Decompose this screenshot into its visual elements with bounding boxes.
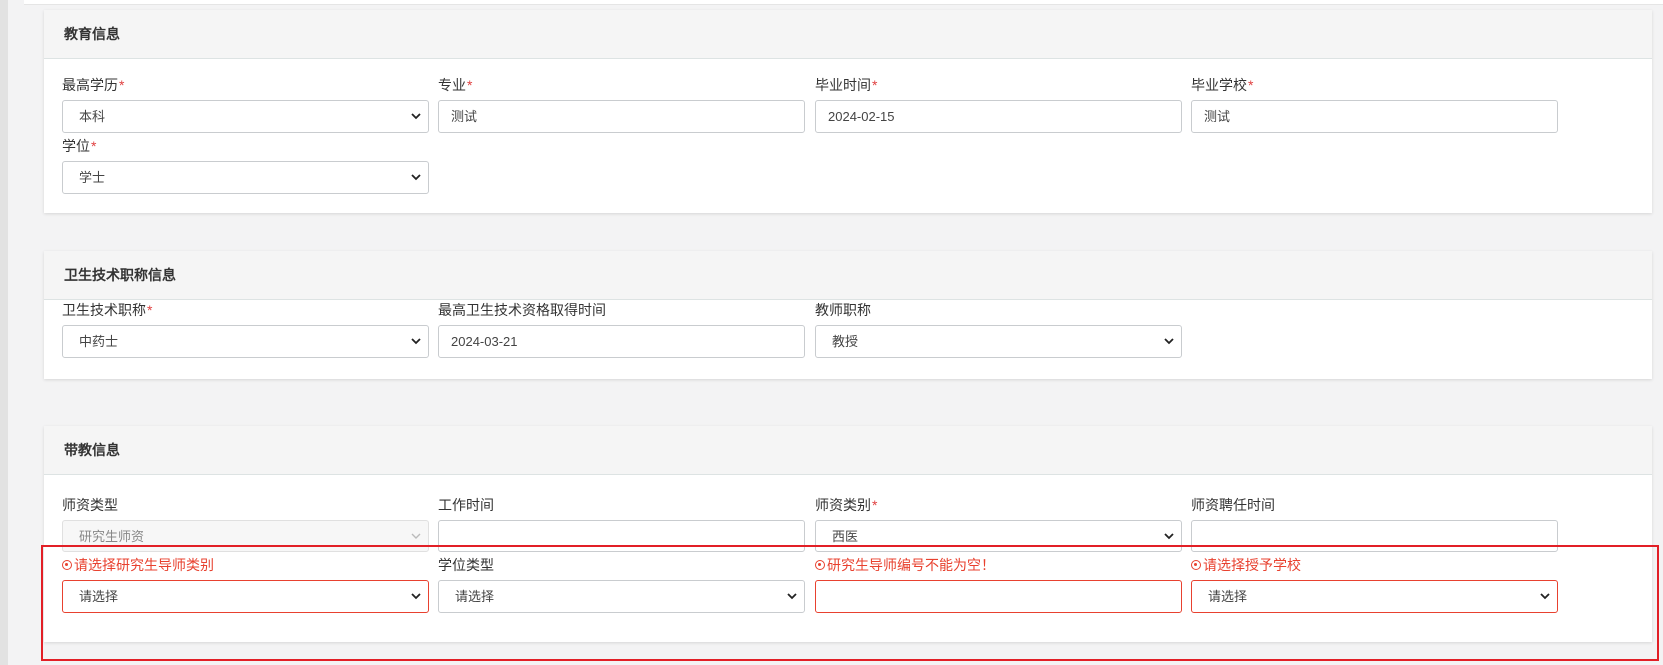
required-mark: * [91, 138, 97, 154]
chevron-down-icon [787, 593, 797, 600]
degree-select[interactable]: 学士 [62, 161, 429, 194]
panel-title: 教育信息 [44, 10, 1652, 59]
field-label: 师资聘任时间 [1191, 497, 1275, 513]
work-time-input[interactable] [438, 520, 805, 552]
field-label: 教师职称 [815, 302, 871, 318]
required-mark: * [872, 77, 878, 93]
graduation-date-input[interactable]: 2024-02-15 [815, 100, 1182, 133]
field-label: 专业* [438, 77, 473, 93]
granting-school-select[interactable]: 请选择 [1191, 580, 1558, 613]
title-panel: 卫生技术职称信息 卫生技术职称* 中药士 最高卫生技术资格取得时间 2024-0… [44, 251, 1652, 379]
field-label: 工作时间 [438, 497, 494, 513]
school-input[interactable]: 测试 [1191, 100, 1558, 133]
education-panel: 教育信息 最高学历* 本科 专业* 测试 毕业时间* 2024-02-15 毕业… [44, 10, 1652, 213]
chevron-down-icon [411, 174, 421, 181]
required-mark: * [147, 302, 153, 318]
major-input[interactable]: 测试 [438, 100, 805, 133]
required-mark: * [467, 77, 473, 93]
tech-title-select[interactable]: 中药士 [62, 325, 429, 358]
chevron-down-icon [411, 113, 421, 120]
panel-title: 带教信息 [44, 426, 1652, 475]
field-label: 最高学历* [62, 77, 125, 93]
qualification-date-input[interactable]: 2024-03-21 [438, 325, 805, 358]
error-message: 请选择授予学校 [1191, 556, 1301, 574]
teaching-panel: 带教信息 师资类型 研究生师资 工作时间 师资类别* 西医 师资聘任时间 请选择… [44, 426, 1652, 642]
field-label: 毕业学校* [1191, 77, 1254, 93]
field-label: 毕业时间* [815, 77, 878, 93]
field-label: 最高卫生技术资格取得时间 [438, 302, 606, 318]
appointment-time-input[interactable] [1191, 520, 1558, 552]
error-icon [1191, 560, 1201, 570]
teacher-title-select[interactable]: 教授 [815, 325, 1182, 358]
faculty-category-select[interactable]: 西医 [815, 520, 1182, 552]
supervisor-number-input[interactable] [815, 580, 1182, 613]
chevron-down-icon [1164, 338, 1174, 345]
highest-degree-select[interactable]: 本科 [62, 100, 429, 133]
faculty-type-select[interactable]: 研究生师资 [62, 520, 429, 552]
field-label: 学位* [62, 138, 97, 154]
field-label: 师资类别* [815, 497, 878, 513]
chevron-down-icon [411, 593, 421, 600]
field-label: 学位类型 [438, 557, 494, 573]
chevron-down-icon [1164, 533, 1174, 540]
degree-type-select[interactable]: 请选择 [438, 580, 805, 613]
required-mark: * [119, 77, 125, 93]
previous-panel-edge [24, 0, 1663, 5]
error-icon [815, 560, 825, 570]
chevron-down-icon [411, 338, 421, 345]
error-message: 研究生导师编号不能为空！ [815, 556, 995, 574]
supervisor-category-select[interactable]: 请选择 [62, 580, 429, 613]
error-message: 请选择研究生导师类别 [62, 556, 214, 574]
required-mark: * [872, 497, 878, 513]
field-label: 卫生技术职称* [62, 302, 153, 318]
field-label: 师资类型 [62, 497, 118, 513]
error-icon [62, 560, 72, 570]
left-scroll-strip [0, 0, 8, 665]
panel-title: 卫生技术职称信息 [44, 251, 1652, 300]
required-mark: * [1248, 77, 1254, 93]
chevron-down-icon [411, 533, 421, 539]
chevron-down-icon [1540, 593, 1550, 600]
